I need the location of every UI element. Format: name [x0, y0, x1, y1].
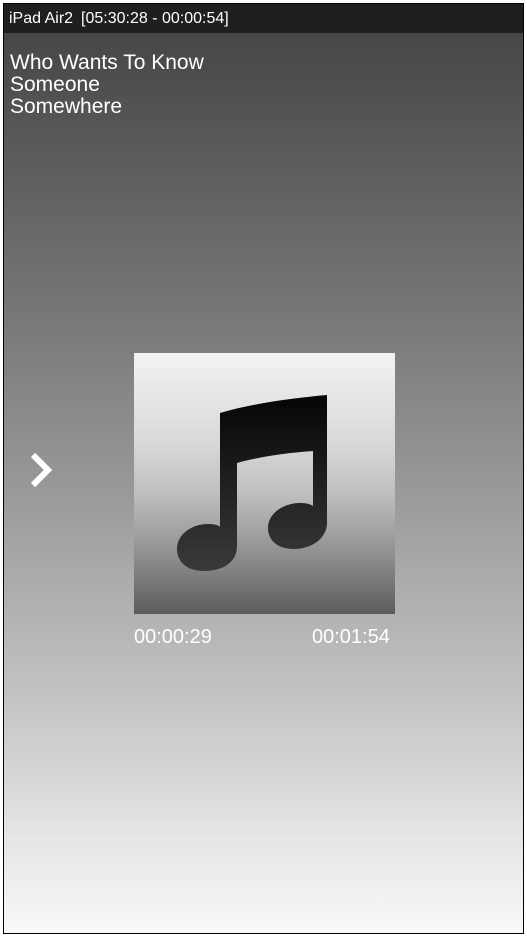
track-album: Somewhere — [10, 95, 123, 118]
app-window: iPad Air2 [05:30:28 - 00:00:54] Who Wants… — [3, 3, 524, 934]
elapsed-time: 00:00:29 — [134, 626, 212, 648]
track-artist: Someone — [10, 73, 100, 96]
session-timer: [05:30:28 - 00:00:54] — [81, 10, 229, 27]
album-artwork — [134, 353, 395, 614]
next-track-button[interactable] — [26, 450, 62, 490]
track-title: Who Wants To Know — [10, 51, 204, 74]
device-name: iPad Air2 — [9, 10, 74, 27]
chevron-right-icon — [30, 452, 53, 488]
music-note-icon — [177, 395, 327, 571]
title-bar: iPad Air2 [05:30:28 - 00:00:54] — [4, 4, 523, 33]
total-duration: 00:01:54 — [312, 626, 390, 648]
track-info: Who Wants To Know Someone Somewhere — [10, 52, 204, 118]
